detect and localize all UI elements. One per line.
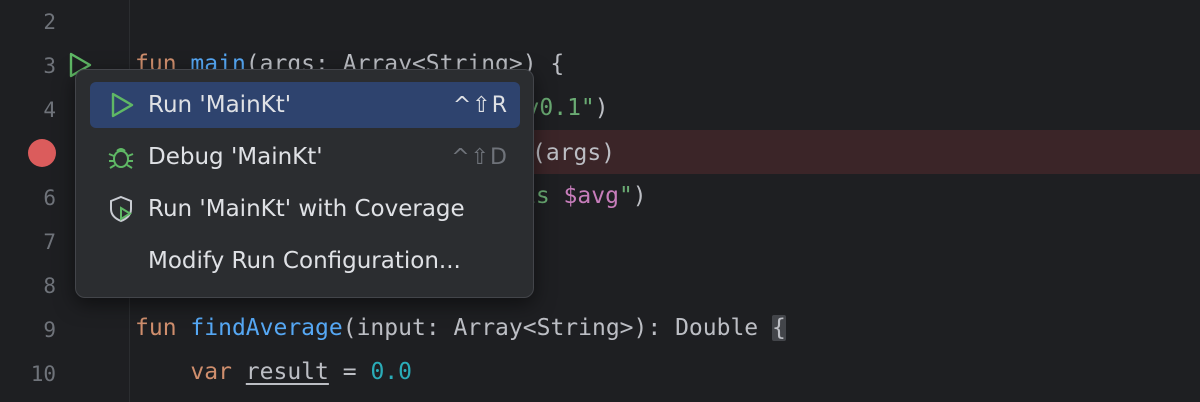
line-number: 6 bbox=[43, 186, 56, 210]
menu-item-run-with-coverage[interactable]: Run 'MainKt' with Coverage bbox=[90, 186, 520, 232]
number-literal: 0.0 bbox=[370, 359, 412, 385]
menu-item-label: Run 'MainKt' with Coverage bbox=[148, 196, 465, 222]
code-text: (input: Array<String>): Double bbox=[342, 315, 772, 341]
menu-item-run[interactable]: Run 'MainKt' ^⇧R bbox=[90, 82, 520, 128]
run-icon bbox=[106, 90, 136, 120]
debug-icon bbox=[106, 142, 136, 172]
menu-item-label: Modify Run Configuration... bbox=[148, 248, 461, 274]
code-line-6: is $avg") bbox=[522, 182, 647, 210]
menu-item-modify-run-configuration[interactable]: Modify Run Configuration... bbox=[90, 238, 520, 284]
keyword: fun bbox=[135, 315, 177, 341]
code-text: ) bbox=[594, 95, 609, 121]
line-number: 3 bbox=[43, 54, 56, 78]
line-number: 2 bbox=[43, 10, 56, 34]
code-text: (args) bbox=[532, 140, 616, 166]
string-literal: " bbox=[618, 183, 633, 209]
menu-item-debug[interactable]: Debug 'MainKt' ^⇧D bbox=[90, 134, 520, 180]
code-text: = bbox=[328, 359, 371, 385]
variable-name: result bbox=[245, 359, 329, 385]
line-number: 10 bbox=[30, 362, 56, 386]
menu-item-shortcut: ^⇧R bbox=[452, 92, 508, 118]
menu-item-shortcut: ^⇧D bbox=[451, 144, 508, 170]
function-name: findAverage bbox=[190, 315, 343, 341]
template-variable: $avg bbox=[563, 183, 619, 209]
coverage-icon bbox=[106, 194, 136, 224]
breakpoint-icon[interactable] bbox=[28, 139, 56, 167]
keyword: var bbox=[190, 359, 232, 385]
line-number: 9 bbox=[43, 318, 56, 342]
line-number: 7 bbox=[43, 230, 56, 254]
code-text: ) bbox=[632, 183, 647, 209]
matched-brace: { bbox=[772, 315, 786, 341]
code-line-9: fun findAverage(input: Array<String>): D… bbox=[135, 314, 786, 342]
code-line-10: var result = 0.0 bbox=[135, 358, 412, 386]
code-line-5: (args) bbox=[532, 139, 615, 167]
menu-icon-placeholder bbox=[106, 246, 136, 276]
menu-item-label: Debug 'MainKt' bbox=[148, 144, 323, 170]
run-popup-menu: Run 'MainKt' ^⇧R Debug 'MainKt' ^⇧D Run … bbox=[75, 69, 534, 298]
line-number: 4 bbox=[43, 98, 56, 122]
menu-item-label: Run 'MainKt' bbox=[148, 92, 292, 118]
line-number: 8 bbox=[43, 274, 56, 298]
